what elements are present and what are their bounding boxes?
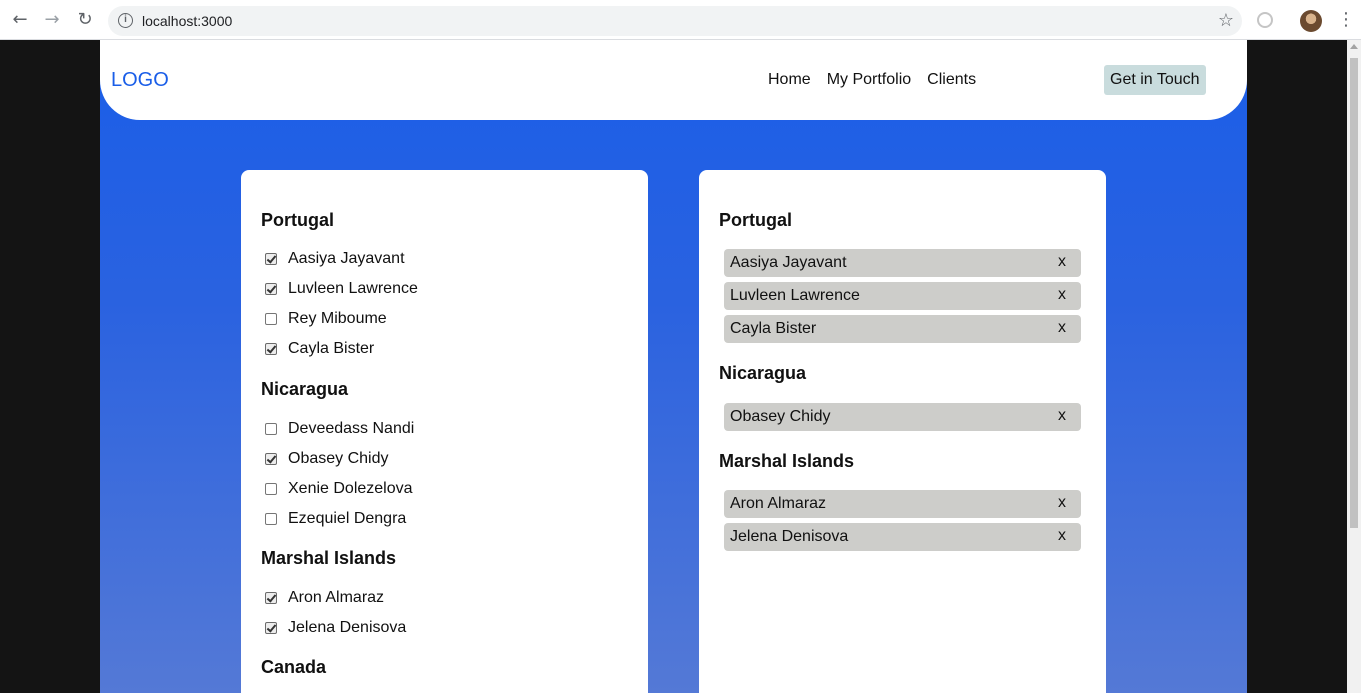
nav-clients[interactable]: Clients [927,71,976,89]
list-item[interactable]: Xenie Dolezelova [265,480,413,498]
avatar[interactable] [1300,10,1322,32]
selected-chip: Cayla Bister x [724,315,1081,343]
list-item[interactable]: Luvleen Lawrence [265,280,418,298]
extension-icon[interactable] [1257,12,1273,28]
country-heading: Portugal [261,210,335,230]
checkbox[interactable] [265,483,277,495]
person-name: Aasiya Jayavant [288,250,405,267]
checkbox[interactable] [265,423,277,435]
chip-label: Cayla Bister [730,320,817,337]
country-heading: Canada [261,657,327,677]
list-item[interactable]: Aasiya Jayavant [265,250,405,268]
selected-people-card: Portugal Aasiya Jayavant x Luvleen Lawren… [699,170,1106,693]
page: LOGO Home My Portfolio Clients Get in To… [100,40,1247,693]
chip-label: Aron Almaraz [730,495,827,512]
selected-chip: Obasey Chidy x [724,403,1081,431]
checkbox[interactable] [265,453,277,465]
star-icon[interactable]: ☆ [1218,10,1234,31]
page-scrollbar[interactable] [1347,40,1361,693]
get-in-touch-button[interactable]: Get in Touch [1104,65,1206,95]
remove-button[interactable]: x [1058,527,1066,545]
person-name: Obasey Chidy [288,450,389,467]
info-icon[interactable]: i [118,13,133,28]
list-item[interactable]: Rey Miboume [265,310,387,328]
checkbox[interactable] [265,313,277,325]
nav-home[interactable]: Home [768,71,811,89]
checkbox[interactable] [265,343,277,355]
person-name: Rey Miboume [288,310,387,327]
checkbox[interactable] [265,622,277,634]
selected-chip: Luvleen Lawrence x [724,282,1081,310]
logo[interactable]: LOGO [111,69,169,92]
more-vert-icon[interactable]: ⋮ [1337,9,1355,31]
checkbox[interactable] [265,253,277,265]
main-nav: Home My Portfolio Clients [768,71,976,89]
url-text[interactable]: localhost:3000 [142,13,232,29]
checkbox[interactable] [265,513,277,525]
person-name: Xenie Dolezelova [288,480,413,497]
checkbox[interactable] [265,592,277,604]
chip-label: Aasiya Jayavant [730,254,847,271]
address-bar[interactable]: i localhost:3000 ☆ [108,6,1242,36]
country-heading: Nicaragua [261,379,349,399]
remove-button[interactable]: x [1058,494,1066,512]
remove-button[interactable]: x [1058,319,1066,337]
chip-label: Luvleen Lawrence [730,287,860,304]
selected-chip: Jelena Denisova x [724,523,1081,551]
person-name: Deveedass Nandi [288,420,415,437]
country-heading: Marshal Islands [719,451,855,471]
arrow-right-icon[interactable]: → [41,9,63,31]
selected-chip: Aasiya Jayavant x [724,249,1081,277]
checkbox[interactable] [265,283,277,295]
list-item[interactable]: Ezequiel Dengra [265,510,406,528]
people-checklist-card: Portugal Aasiya Jayavant Luvleen Lawrenc… [241,170,648,693]
list-item[interactable]: Obasey Chidy [265,450,389,468]
nav-my-portfolio[interactable]: My Portfolio [827,71,911,89]
list-item[interactable]: Aron Almaraz [265,589,384,607]
person-name: Aron Almaraz [288,589,385,606]
remove-button[interactable]: x [1058,407,1066,425]
person-name: Ezequiel Dengra [288,510,407,527]
site-header: LOGO Home My Portfolio Clients Get in To… [100,40,1247,120]
country-heading: Marshal Islands [261,548,397,568]
person-name: Cayla Bister [288,340,375,357]
list-item[interactable]: Deveedass Nandi [265,420,414,438]
person-name: Jelena Denisova [288,619,407,636]
country-heading: Nicaragua [719,363,807,383]
person-name: Luvleen Lawrence [288,280,418,297]
reload-icon[interactable]: ↻ [74,9,96,31]
browser-toolbar: ← → ↻ i localhost:3000 ☆ ⋮ [0,0,1361,40]
remove-button[interactable]: x [1058,253,1066,271]
scroll-up-icon[interactable] [1350,44,1358,49]
list-item[interactable]: Jelena Denisova [265,619,406,637]
arrow-left-icon[interactable]: ← [9,9,31,31]
selected-chip: Aron Almaraz x [724,490,1081,518]
scrollbar-thumb[interactable] [1350,58,1358,528]
list-item[interactable]: Cayla Bister [265,340,374,358]
remove-button[interactable]: x [1058,286,1066,304]
country-heading: Portugal [719,210,793,230]
chip-label: Obasey Chidy [730,408,831,425]
chip-label: Jelena Denisova [730,528,849,545]
